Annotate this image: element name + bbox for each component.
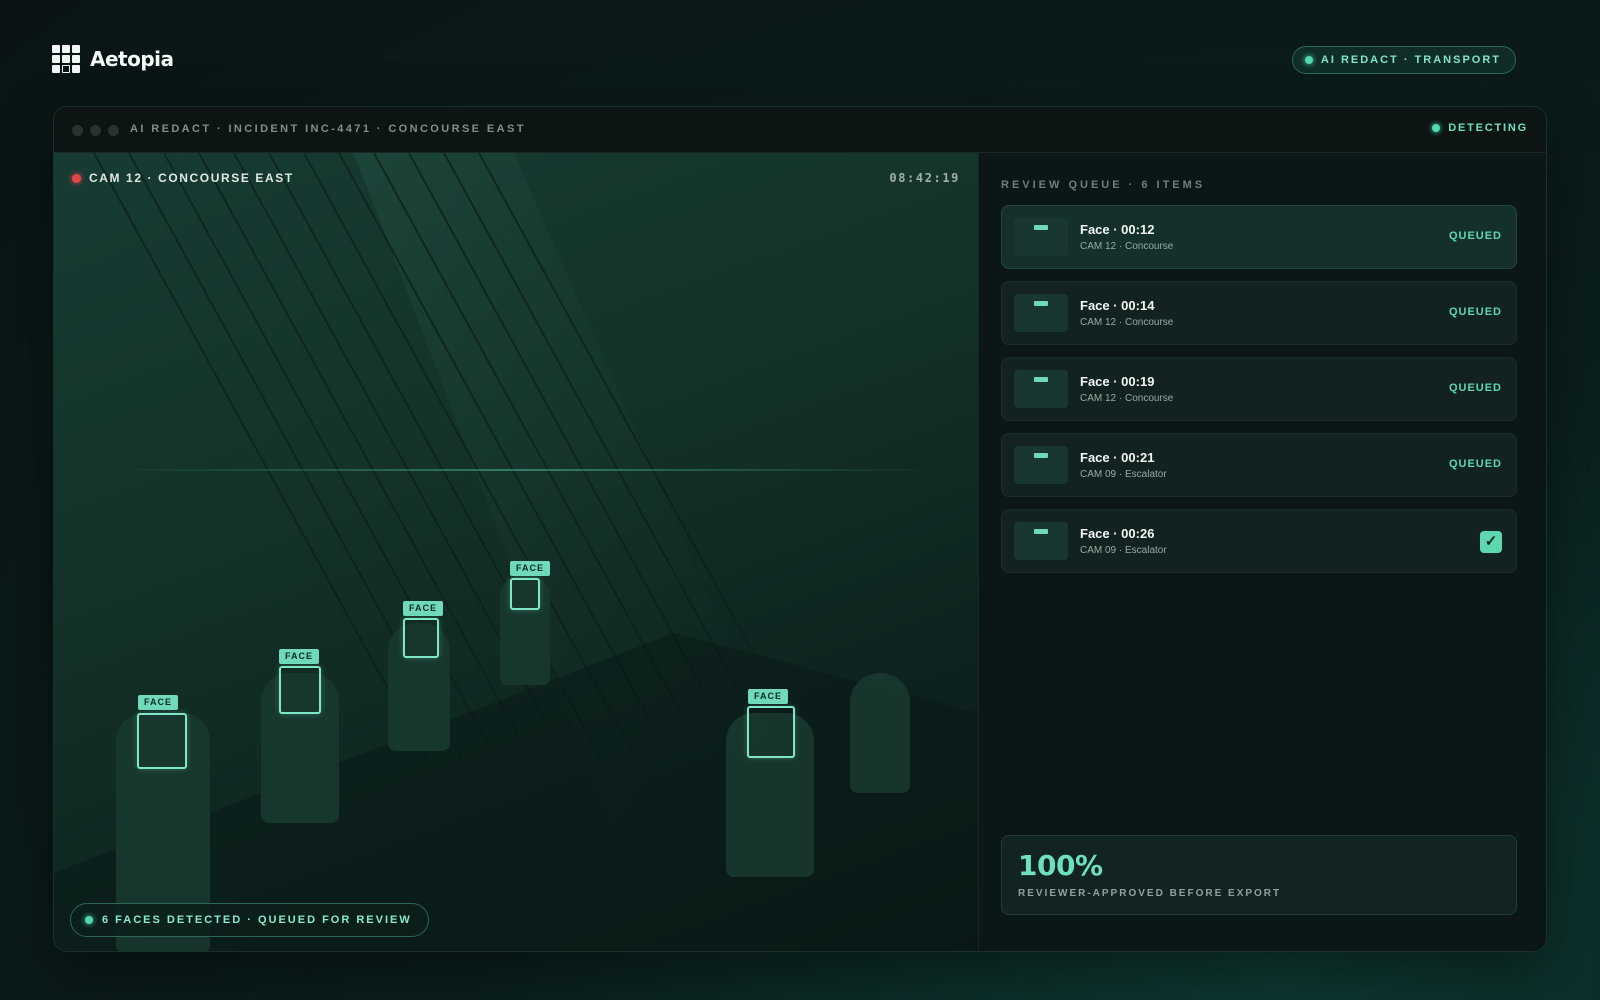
queue-item[interactable]: Face · 00:26 CAM 09 · Escalator ✓ [1001,509,1517,573]
queue-item[interactable]: Face · 00:19 CAM 12 · Concourse QUEUED [1001,357,1517,421]
approved-check-icon[interactable]: ✓ [1480,531,1502,553]
grid-logo-icon [52,45,80,73]
queue-item-status: QUEUED [1448,382,1502,394]
review-queue-title: REVIEW QUEUE · 6 ITEMS [1001,179,1206,191]
face-tag: FACE [279,649,320,664]
queue-item-name: Face · 00:12 [1080,222,1155,237]
queue-item-source: CAM 09 · Escalator [1080,545,1167,556]
camera-feed[interactable]: CAM 12 · CONCOURSE EAST 08:42:19 FACE FA… [54,153,978,951]
scan-line [114,469,934,471]
face-tag: FACE [748,689,789,704]
detection-summary-text: 6 FACES DETECTED · QUEUED FOR REVIEW [102,914,412,926]
recording-dot-icon [72,173,81,183]
brand[interactable]: Aetopia [52,45,174,73]
window-titlebar: AI REDACT · INCIDENT INC-4471 · CONCOURS… [54,107,1546,153]
close-window-button[interactable] [72,125,83,136]
queue-item-status: QUEUED [1448,306,1502,318]
window-title: AI REDACT · INCIDENT INC-4471 · CONCOURS… [130,123,526,135]
detection-status: DETECTING [1432,122,1528,134]
product-pill: AI REDACT · TRANSPORT [1291,46,1516,74]
detection-summary-pill: 6 FACES DETECTED · QUEUED FOR REVIEW [70,903,429,937]
face-tag: FACE [138,695,179,710]
face-detection-box[interactable] [403,618,439,658]
face-tag: FACE [403,601,444,616]
approval-stat-card: 100% REVIEWER-APPROVED BEFORE EXPORT [1001,835,1517,915]
product-pill-label: AI REDACT · TRANSPORT [1320,54,1501,66]
status-dot-icon [85,916,93,924]
queue-item[interactable]: Face · 00:12 CAM 12 · Concourse QUEUED [1001,205,1517,269]
queue-item-source: CAM 12 · Concourse [1080,393,1174,404]
face-detection-box[interactable] [137,713,187,769]
face-thumbnail [1014,446,1068,484]
face-thumbnail [1014,218,1068,256]
face-tag: FACE [510,561,551,576]
face-detection-box[interactable] [510,578,540,610]
review-queue-panel: REVIEW QUEUE · 6 ITEMS Face · 00:12 CAM … [978,153,1546,951]
queue-item[interactable]: Face · 00:14 CAM 12 · Concourse QUEUED [1001,281,1517,345]
queue-item-status: QUEUED [1448,230,1502,242]
face-thumbnail [1014,370,1068,408]
timecode: 08:42:19 [889,171,960,185]
minimize-window-button[interactable] [90,125,101,136]
face-thumbnail [1014,522,1068,560]
app-window: AI REDACT · INCIDENT INC-4471 · CONCOURS… [53,106,1547,952]
face-detection-box[interactable] [279,666,321,714]
camera-label-text: CAM 12 · CONCOURSE EAST [89,171,294,185]
queue-item-name: Face · 00:26 [1080,526,1155,541]
window-controls [72,125,119,136]
person-silhouette [850,673,910,793]
queue-item[interactable]: Face · 00:21 CAM 09 · Escalator QUEUED [1001,433,1517,497]
queue-item-source: CAM 09 · Escalator [1080,469,1167,480]
maximize-window-button[interactable] [108,125,119,136]
status-dot-icon [1304,56,1313,64]
approval-stat-value: 100% [1018,849,1103,882]
queue-item-name: Face · 00:19 [1080,374,1155,389]
queue-item-name: Face · 00:21 [1080,450,1155,465]
queue-item-source: CAM 12 · Concourse [1080,317,1174,328]
face-thumbnail [1014,294,1068,332]
camera-label: CAM 12 · CONCOURSE EAST [72,171,294,185]
status-dot-icon [1432,124,1441,132]
queue-item-source: CAM 12 · Concourse [1080,241,1174,252]
queue-item-name: Face · 00:14 [1080,298,1155,313]
face-detection-box[interactable] [747,706,795,758]
brand-name: Aetopia [90,47,174,71]
queue-item-status: QUEUED [1448,458,1502,470]
detection-status-label: DETECTING [1448,122,1528,134]
approval-stat-label: REVIEWER-APPROVED BEFORE EXPORT [1018,888,1282,899]
top-bar: Aetopia AI REDACT · TRANSPORT [52,40,1548,84]
